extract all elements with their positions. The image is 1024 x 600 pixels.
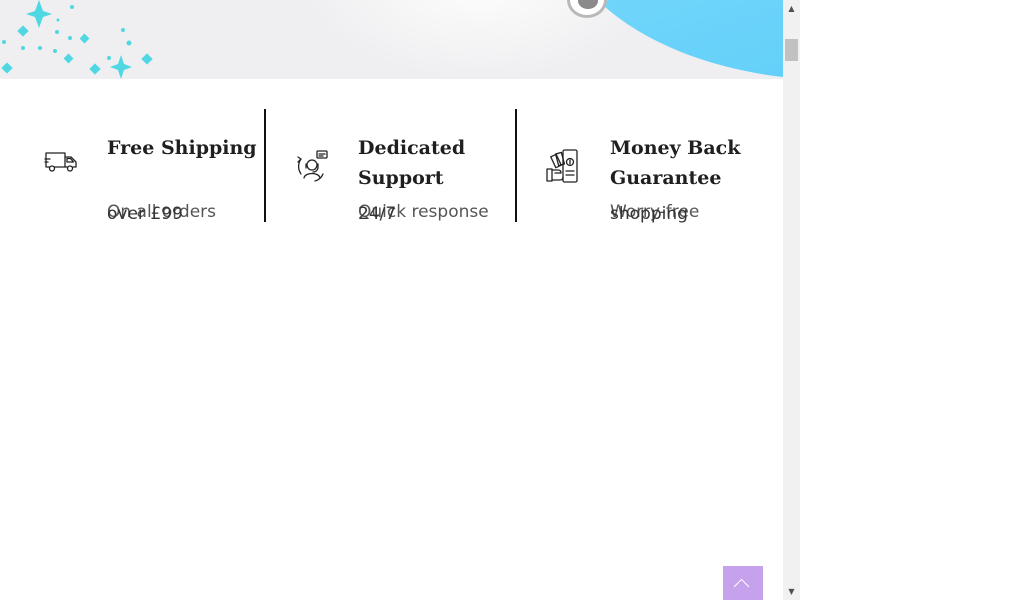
sparkle-bottom bbox=[110, 55, 132, 79]
feature-title: Dedicated Support bbox=[358, 137, 466, 189]
feature-divider bbox=[515, 109, 517, 222]
page-viewport: Free Shipping On all orders over £99 Ded bbox=[0, 0, 783, 600]
sparkle-dot bbox=[121, 28, 125, 32]
back-to-top-button[interactable] bbox=[723, 566, 763, 600]
feature-money-back-guarantee: Money Back Guarantee Worry-free shopping bbox=[517, 109, 783, 224]
scroll-down-arrow[interactable]: ▼ bbox=[783, 583, 800, 600]
hero-banner-bottom bbox=[0, 0, 783, 79]
features-strip: Free Shipping On all orders over £99 Ded bbox=[0, 109, 783, 224]
sparkle-dot bbox=[141, 53, 153, 65]
sparkle-dot bbox=[38, 46, 42, 50]
sparkle-dot bbox=[21, 46, 25, 50]
feature-divider bbox=[264, 109, 266, 222]
scroll-up-arrow[interactable]: ▲ bbox=[783, 0, 800, 17]
sparkle-dot bbox=[63, 53, 74, 64]
hero-highlight bbox=[300, 0, 660, 79]
feature-subtitle-overlap: over £99 bbox=[107, 204, 183, 224]
feature-title: Money Back Guarantee bbox=[610, 137, 741, 189]
sparkle-dot bbox=[53, 49, 57, 53]
customer-support-icon bbox=[295, 149, 329, 187]
feature-subtitle-overlap: 24/7 bbox=[358, 204, 397, 224]
sparkle-large bbox=[26, 0, 52, 28]
sparkle-dot bbox=[107, 56, 111, 60]
sparkle-dot bbox=[55, 30, 59, 34]
feature-title: Free Shipping bbox=[107, 137, 257, 159]
sparkle-dot bbox=[2, 40, 6, 44]
sparkle-dot bbox=[70, 5, 74, 9]
money-back-icon bbox=[545, 149, 579, 187]
sparkle-dot bbox=[89, 63, 101, 75]
delivery-truck-icon bbox=[44, 149, 78, 177]
sparkles-decoration-icon bbox=[1, 0, 153, 79]
feature-subtitle-overlap: shopping bbox=[610, 204, 688, 224]
feature-dedicated-support: Dedicated Support Quick response 24/7 bbox=[266, 109, 516, 224]
chevron-up-icon bbox=[733, 578, 750, 595]
feature-free-shipping: Free Shipping On all orders over £99 bbox=[0, 109, 265, 224]
sparkle-dot bbox=[79, 33, 90, 44]
sparkle-dot bbox=[1, 62, 13, 74]
sparkle-dot bbox=[17, 25, 29, 37]
scrollbar-thumb[interactable] bbox=[785, 39, 798, 61]
sparkle-dot bbox=[56, 18, 60, 22]
vertical-scrollbar[interactable]: ▲ ▼ bbox=[783, 0, 800, 600]
sparkle-dot bbox=[126, 40, 132, 46]
sparkle-dot bbox=[68, 36, 72, 40]
